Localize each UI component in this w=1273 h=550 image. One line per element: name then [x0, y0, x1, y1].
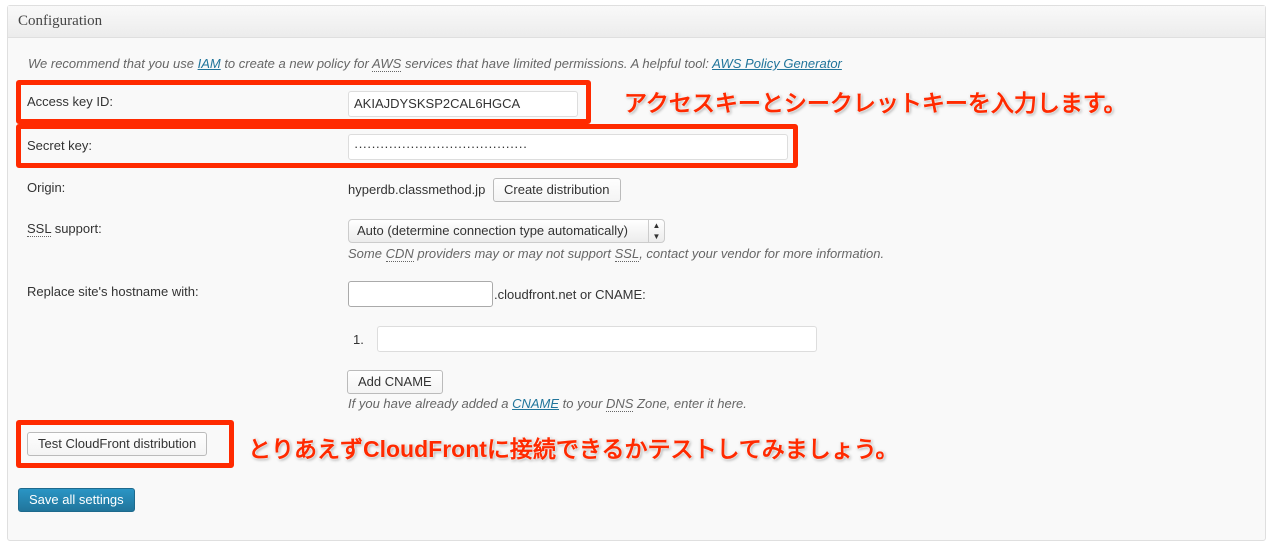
intro-text: services that have limited permissions. … — [401, 56, 713, 71]
intro-text: We recommend that you use — [28, 56, 198, 71]
note-text: If you have already added a — [348, 396, 513, 411]
aws-abbr: AWS — [371, 56, 402, 72]
add-cname-button[interactable]: Add CNAME — [347, 370, 443, 394]
create-distribution-button[interactable]: Create distribution — [493, 178, 621, 202]
cname-input[interactable] — [377, 326, 817, 352]
panel-title: Configuration — [8, 6, 1265, 38]
save-all-settings-button[interactable]: Save all settings — [18, 488, 135, 512]
note-text: Zone, enter it here. — [633, 396, 747, 411]
ssl-abbr: SSL — [27, 221, 52, 237]
origin-value: hyperdb.classmethod.jp — [348, 182, 486, 197]
ssl-select[interactable]: Auto (determine connection type automati… — [348, 219, 665, 243]
ssl-abbr: SSL — [614, 246, 640, 262]
test-annotation: とりあえずCloudFrontに接続できるかテストしてみましょう。 — [248, 436, 899, 462]
intro-text: to create a new policy for — [220, 56, 372, 71]
aws-policy-generator-link[interactable]: AWS Policy Generator — [712, 56, 842, 71]
access-key-highlight — [16, 80, 591, 124]
cname-note: If you have already added a CNAME to you… — [348, 396, 747, 412]
note-text: providers may or may not support — [413, 246, 615, 261]
iam-link[interactable]: IAM — [198, 56, 221, 71]
cdn-abbr: CDN — [385, 246, 414, 262]
origin-label: Origin: — [27, 180, 66, 195]
hostname-input[interactable] — [348, 281, 493, 307]
ssl-label: SSL support: — [27, 221, 102, 237]
ssl-label-text: support: — [51, 221, 102, 236]
note-text: , contact your vendor for more informati… — [639, 246, 885, 261]
cname-link[interactable]: CNAME — [512, 396, 559, 411]
ssl-selected-value: Auto (determine connection type automati… — [357, 223, 628, 238]
test-button-highlight — [16, 420, 234, 468]
select-arrows-icon: ▲ ▼ — [648, 220, 664, 242]
note-text: to your — [559, 396, 606, 411]
ssl-note: Some CDN providers may or may not suppor… — [348, 246, 885, 262]
hostname-suffix: .cloudfront.net or CNAME: — [494, 287, 646, 302]
note-text: Some — [348, 246, 386, 261]
keys-annotation: アクセスキーとシークレットキーを入力します。 — [624, 90, 1127, 116]
iam-recommendation: We recommend that you use IAM to create … — [28, 56, 842, 72]
hostname-label: Replace site's hostname with: — [27, 284, 199, 299]
dns-abbr: DNS — [605, 396, 634, 412]
secret-key-highlight — [16, 124, 798, 168]
cname-index: 1. — [353, 332, 364, 347]
